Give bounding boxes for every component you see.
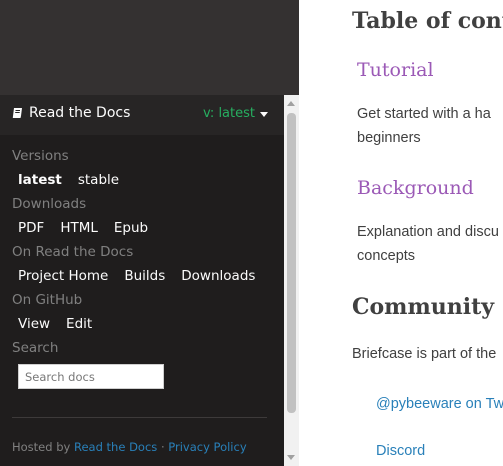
downloads-title: Downloads — [12, 196, 87, 212]
footer-separator: · — [160, 440, 165, 454]
background-line-1: Explanation and discu — [357, 224, 499, 240]
rtd-downloads-link[interactable]: Downloads — [181, 268, 255, 284]
scroll-up-arrow-icon[interactable] — [287, 101, 295, 106]
versions-title: Versions — [12, 148, 69, 164]
flyout-header[interactable]: Read the Docs v: latest — [0, 95, 284, 135]
tutorial-line-1: Get started with a ha — [357, 106, 491, 122]
privacy-policy-link[interactable]: Privacy Policy — [168, 440, 246, 454]
on-github-title: On GitHub — [12, 292, 83, 308]
downloads-list: PDF HTML Epub — [18, 220, 148, 236]
main-content: Table of conte Tutorial Get started with… — [299, 0, 503, 466]
book-icon — [12, 107, 24, 119]
discord-link[interactable]: Discord — [376, 443, 425, 459]
on-github-list: View Edit — [18, 316, 92, 332]
rtd-flyout: Read the Docs v: latest Versions latest … — [0, 95, 284, 466]
github-view-link[interactable]: View — [18, 316, 50, 332]
hosted-by-text: Hosted by — [12, 440, 71, 454]
sidebar-top — [0, 0, 299, 95]
read-the-docs-link[interactable]: Read the Docs — [74, 440, 157, 454]
search-title: Search — [12, 340, 59, 356]
version-stable-link[interactable]: stable — [78, 172, 119, 188]
flyout-divider — [12, 417, 267, 418]
search-docs-input[interactable]: Search docs — [18, 364, 164, 389]
builds-link[interactable]: Builds — [124, 268, 165, 284]
caret-down-icon — [260, 112, 268, 117]
community-text: Briefcase is part of the — [352, 346, 497, 362]
flyout-scrollbar[interactable] — [284, 95, 299, 466]
community-heading: Community — [352, 294, 495, 320]
on-rtd-list: Project Home Builds Downloads — [18, 268, 255, 284]
download-html-link[interactable]: HTML — [60, 220, 98, 236]
section-background-heading[interactable]: Background — [357, 177, 474, 199]
section-tutorial-text: Get started with a ha beginners — [357, 102, 491, 150]
version-label: v: latest — [202, 106, 255, 121]
tutorial-line-2: beginners — [357, 130, 421, 146]
version-selector[interactable]: v: latest — [203, 106, 268, 121]
version-latest-link[interactable]: latest — [18, 172, 62, 188]
section-tutorial-heading[interactable]: Tutorial — [357, 59, 434, 81]
flyout-title-text: Read the Docs — [29, 105, 131, 121]
flyout-title[interactable]: Read the Docs — [12, 105, 130, 121]
scroll-down-arrow-icon[interactable] — [287, 455, 295, 460]
download-epub-link[interactable]: Epub — [114, 220, 148, 236]
github-edit-link[interactable]: Edit — [66, 316, 92, 332]
page-heading: Table of conte — [352, 8, 503, 34]
flyout-footer: Hosted by Read the Docs · Privacy Policy — [12, 440, 247, 454]
versions-list: latest stable — [18, 172, 119, 188]
on-rtd-title: On Read the Docs — [12, 244, 134, 260]
project-home-link[interactable]: Project Home — [18, 268, 108, 284]
scrollbar-thumb[interactable] — [287, 113, 296, 413]
twitter-link[interactable]: @pybeeware on Tw — [376, 396, 503, 412]
section-background-text: Explanation and discu concepts — [357, 220, 499, 268]
download-pdf-link[interactable]: PDF — [18, 220, 44, 236]
background-line-2: concepts — [357, 248, 416, 264]
